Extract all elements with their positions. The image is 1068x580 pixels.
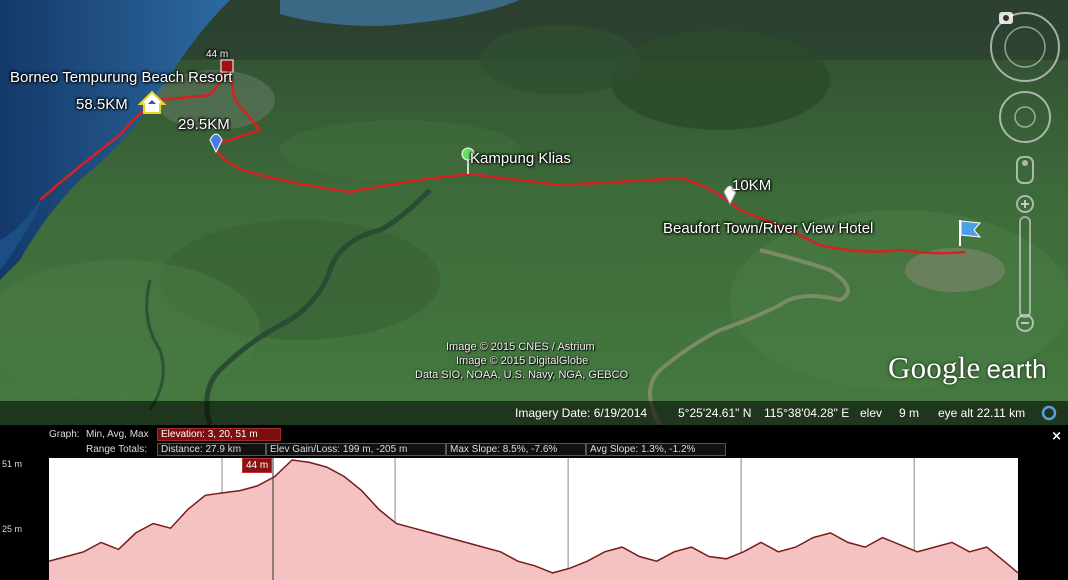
distance-stat[interactable]: Distance: 27.9 km <box>157 443 266 456</box>
avg-slope-stat[interactable]: Avg Slope: 1.3%, -1.2% <box>586 443 726 456</box>
longitude-readout: 115°38'04.28" E <box>764 406 850 420</box>
elevation-area <box>49 460 1018 580</box>
elevation-chart-svg <box>49 458 1018 580</box>
range-row: Range Totals: Distance: 27.9 km Elev Gai… <box>0 443 1068 457</box>
move-joystick-icon[interactable] <box>999 91 1051 143</box>
label-kampung-klias[interactable]: Kampung Klias <box>470 150 571 167</box>
map-viewport[interactable]: 44 m Borneo Tempurung Beach Resort 58.5K… <box>0 0 1068 425</box>
elev-label: elev <box>860 406 883 420</box>
label-10km[interactable]: 10KM <box>732 177 771 194</box>
elevation-stat[interactable]: Elevation: 3, 20, 51 m <box>157 428 281 441</box>
elev-value: 9 m <box>899 406 920 420</box>
credit-data: Data SIO, NOAA, U.S. Navy, NGA, GEBCO <box>415 369 629 381</box>
eye-alt-readout: eye alt 22.11 km <box>938 406 1026 420</box>
max-slope-stat[interactable]: Max Slope: 8.5%, -7.6% <box>446 443 586 456</box>
label-beaufort[interactable]: Beaufort Town/River View Hotel <box>663 220 873 237</box>
y-tick-max: 51 m <box>2 459 23 469</box>
imagery-date: Imagery Date: 6/19/2014 <box>515 406 648 420</box>
zoom-slider-icon[interactable] <box>1016 195 1034 332</box>
credit-cnes: Image © 2015 CNES / Astrium <box>446 341 595 353</box>
google-earth-logo: Google earth <box>888 350 1047 386</box>
latitude-readout: 5°25'24.61" N <box>678 406 752 420</box>
look-compass-icon[interactable] <box>990 12 1060 82</box>
label-29-5km[interactable]: 29.5KM <box>178 116 230 133</box>
label-resort[interactable]: Borneo Tempurung Beach Resort <box>10 69 232 86</box>
logo-earth-text: earth <box>986 354 1047 384</box>
street-view-icon[interactable] <box>1016 156 1034 184</box>
label-44m: 44 m <box>206 49 229 60</box>
google-earth-window: 44 m Borneo Tempurung Beach Resort 58.5K… <box>0 0 1068 580</box>
status-bar: Imagery Date: 6/19/2014 5°25'24.61" N 11… <box>0 401 1068 425</box>
loading-indicator-icon <box>1041 405 1057 421</box>
y-tick-mid: 25 m <box>2 524 23 534</box>
logo-google-text: Google <box>888 350 981 385</box>
graph-row: Graph: Min, Avg, Max Elevation: 3, 20, 5… <box>0 428 1068 444</box>
range-label: Range Totals: <box>86 444 147 455</box>
navigation-controls <box>990 12 1060 332</box>
elevation-cursor-badge: 44 m <box>242 458 273 473</box>
graph-options[interactable]: Min, Avg, Max <box>86 429 149 440</box>
credit-digitalglobe: Image © 2015 DigitalGlobe <box>456 355 589 367</box>
elev-gain-stat[interactable]: Elev Gain/Loss: 199 m, -205 m <box>266 443 446 456</box>
elevation-chart[interactable] <box>49 458 1018 580</box>
label-58-5km[interactable]: 58.5KM <box>76 96 128 113</box>
close-profile-button[interactable]: × <box>1051 429 1062 444</box>
graph-label: Graph: <box>49 429 80 440</box>
elevation-profile-panel: Graph: Min, Avg, Max Elevation: 3, 20, 5… <box>0 425 1068 580</box>
